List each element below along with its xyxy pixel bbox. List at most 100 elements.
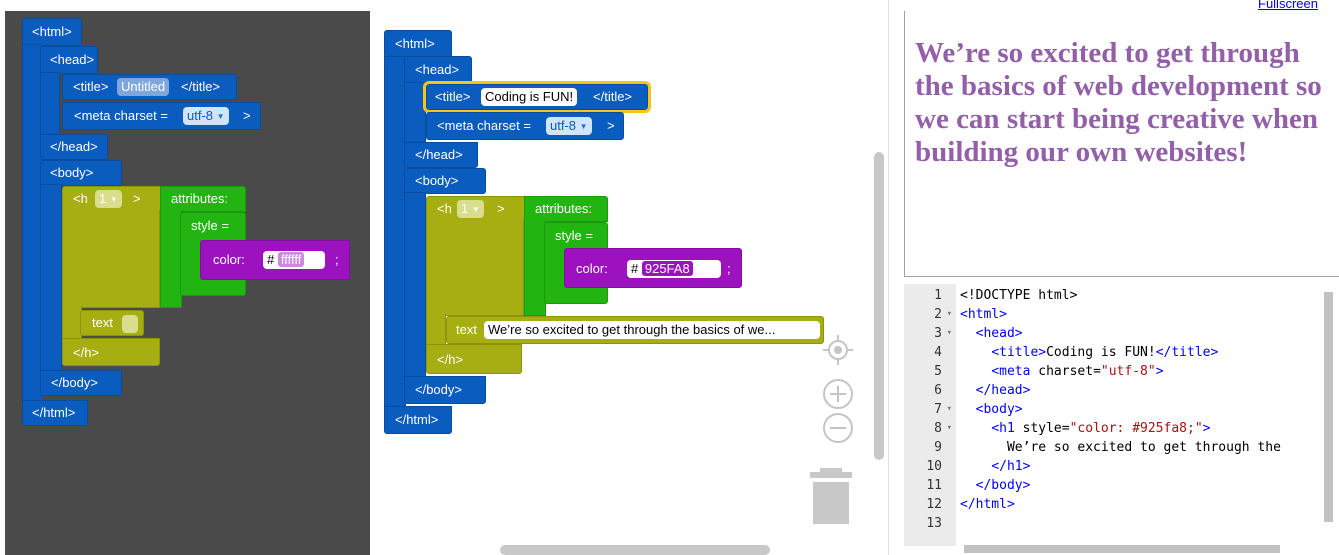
editor-horizontal-scrollbar[interactable] — [964, 545, 1280, 553]
code-token: charset= — [1038, 364, 1101, 379]
toolbox-head-body — [40, 72, 60, 136]
code-line[interactable]: <head> — [960, 324, 1023, 343]
toolbox-h-close-block[interactable]: </h> — [62, 338, 160, 366]
fullscreen-link[interactable]: Fullscreen — [1258, 0, 1318, 11]
ws-h-gt-label: > — [497, 201, 505, 216]
ws-h-label: <h — [437, 201, 452, 216]
code-token: </h1> — [991, 459, 1031, 474]
code-line[interactable]: <title>Coding is FUN!</title> — [960, 343, 1218, 362]
toolbox-title-field[interactable]: Untitled — [117, 78, 170, 96]
code-token: </head> — [975, 383, 1031, 398]
toolbox-color-block[interactable]: color: # ffffff ; — [200, 240, 350, 280]
ws-html-body — [384, 56, 406, 410]
crosshair-icon[interactable] — [822, 334, 854, 366]
ws-h-level-dropdown[interactable]: 1 ▼ — [457, 200, 484, 218]
code-line[interactable]: </head> — [960, 381, 1031, 400]
ws-title-close-label: </title> — [593, 89, 633, 104]
gutter-line: 5 — [904, 362, 956, 381]
ws-color-field[interactable]: # 925FA8 — [627, 260, 721, 278]
ws-body-open-block[interactable]: <body> — [404, 168, 486, 194]
code-token: <!DOCTYPE html> — [960, 288, 1078, 303]
code-token: "utf-8" — [1100, 364, 1156, 379]
ws-attributes-block[interactable]: attributes: — [524, 196, 608, 222]
toolbox-h-level-value: 1 — [99, 191, 107, 206]
ws-head-close-block[interactable]: </head> — [404, 142, 478, 168]
toolbox-title-block[interactable]: <title> Untitled </title> — [62, 74, 237, 100]
toolbox-text-block[interactable]: text — [80, 310, 144, 336]
line-number: 4 — [934, 345, 942, 360]
toolbox-attributes-block[interactable]: attributes: — [160, 186, 246, 212]
toolbox-meta-label: <meta charset = — [74, 108, 168, 123]
ws-html-close-block[interactable]: </html> — [384, 406, 452, 434]
code-line[interactable]: We’re so excited to get through the — [960, 438, 1281, 457]
ws-title-block[interactable]: <title> Coding is FUN! </title> — [423, 81, 651, 113]
fold-icon[interactable]: ▾ — [947, 400, 952, 419]
ws-head-open-block[interactable]: <head> — [404, 56, 472, 84]
gutter-line: 6 — [904, 381, 956, 400]
toolbox-html-open-block[interactable]: <html> — [22, 18, 82, 46]
toolbox-text-field[interactable] — [122, 315, 138, 333]
toolbox-html-open-label: <html> — [32, 24, 72, 39]
code-line[interactable]: <h1 style="color: #925fa8;"> — [960, 419, 1210, 438]
toolbox-meta-dropdown[interactable]: utf-8 ▼ — [183, 107, 229, 125]
code-line[interactable]: </h1> — [960, 457, 1030, 476]
ws-title-field[interactable]: Coding is FUN! — [481, 88, 578, 106]
workspace-horizontal-scrollbar[interactable] — [500, 545, 770, 555]
toolbox-color-field[interactable]: # ffffff — [263, 251, 325, 269]
toolbox-semicolon-label: ; — [335, 252, 339, 267]
toolbox-style-label: style = — [191, 218, 229, 233]
code-editor[interactable]: 1 2 ▾ 3 ▾ 4 5 6 7 ▾ 8 ▾ 9 10 11 12 13 <!DOCT… — [904, 284, 1339, 555]
gutter-line: 11 — [904, 476, 956, 495]
ws-h-close-label: </h> — [437, 352, 464, 367]
gutter-line: 10 — [904, 457, 956, 476]
ws-meta-dropdown[interactable]: utf-8 ▼ — [546, 117, 592, 135]
ws-text-field[interactable]: We’re so excited to get through the basi… — [484, 321, 820, 339]
line-number: 9 — [934, 440, 942, 455]
toolbox-body-open-block[interactable]: <body> — [40, 160, 122, 186]
code-line[interactable]: </body> — [960, 476, 1031, 495]
ws-h-block[interactable]: <h 1 ▼ > — [426, 196, 526, 222]
editor-vertical-scrollbar[interactable] — [1324, 292, 1333, 522]
ws-color-block[interactable]: color: # 925FA8 ; — [564, 248, 742, 288]
ws-h-close-block[interactable]: </h> — [426, 344, 522, 374]
toolbox-head-close-block[interactable]: </head> — [40, 134, 108, 160]
fold-icon[interactable]: ▾ — [947, 305, 952, 324]
code-token: > — [1155, 364, 1164, 379]
ws-body-close-block[interactable]: </body> — [404, 376, 486, 404]
minus-circle-icon[interactable] — [822, 412, 854, 444]
code-token: <title> — [991, 345, 1047, 360]
code-line[interactable]: <html> — [960, 305, 1007, 324]
code-line[interactable]: <body> — [960, 400, 1023, 419]
toolbox-h-level-dropdown[interactable]: 1 ▼ — [95, 190, 122, 208]
code-line[interactable]: <!DOCTYPE html> — [960, 286, 1077, 305]
toolbox-body-close-block[interactable]: </body> — [40, 370, 122, 396]
line-number: 11 — [926, 478, 942, 493]
fold-icon[interactable]: ▾ — [947, 324, 952, 343]
ws-meta-close-label: > — [607, 118, 615, 133]
workspace-vertical-scrollbar[interactable] — [874, 152, 884, 460]
fold-icon[interactable]: ▾ — [947, 419, 952, 438]
ws-h-body — [426, 220, 524, 316]
gutter-line: 4 — [904, 343, 956, 362]
ws-html-open-block[interactable]: <html> — [384, 30, 452, 58]
ws-text-block[interactable]: text We’re so excited to get through the… — [446, 316, 824, 344]
plus-circle-icon[interactable] — [822, 378, 854, 410]
ws-head-body — [404, 82, 426, 144]
trash-icon[interactable] — [810, 468, 852, 524]
toolbox-html-close-label: </html> — [32, 405, 76, 420]
line-number: 13 — [926, 516, 942, 531]
ws-text-label: text — [456, 322, 477, 337]
gutter-line: 13 — [904, 514, 956, 533]
toolbox-h-block[interactable]: <h 1 ▼ > — [62, 186, 162, 212]
code-line[interactable]: </html> — [960, 495, 1015, 514]
ws-body-close-label: </body> — [415, 382, 462, 397]
code-line[interactable]: <meta charset="utf-8"> — [960, 362, 1164, 381]
toolbox-head-open-block[interactable]: <head> — [40, 46, 98, 74]
ws-meta-block[interactable]: <meta charset = utf-8 ▼ > — [426, 112, 624, 140]
toolbox-meta-block[interactable]: <meta charset = utf-8 ▼ > — [62, 102, 261, 130]
ws-h-stem — [426, 314, 446, 346]
toolbox-html-close-block[interactable]: </html> — [22, 400, 88, 426]
code-token: </body> — [975, 478, 1031, 493]
toolbox-h-body — [62, 210, 160, 308]
code-token: <meta — [991, 364, 1039, 379]
